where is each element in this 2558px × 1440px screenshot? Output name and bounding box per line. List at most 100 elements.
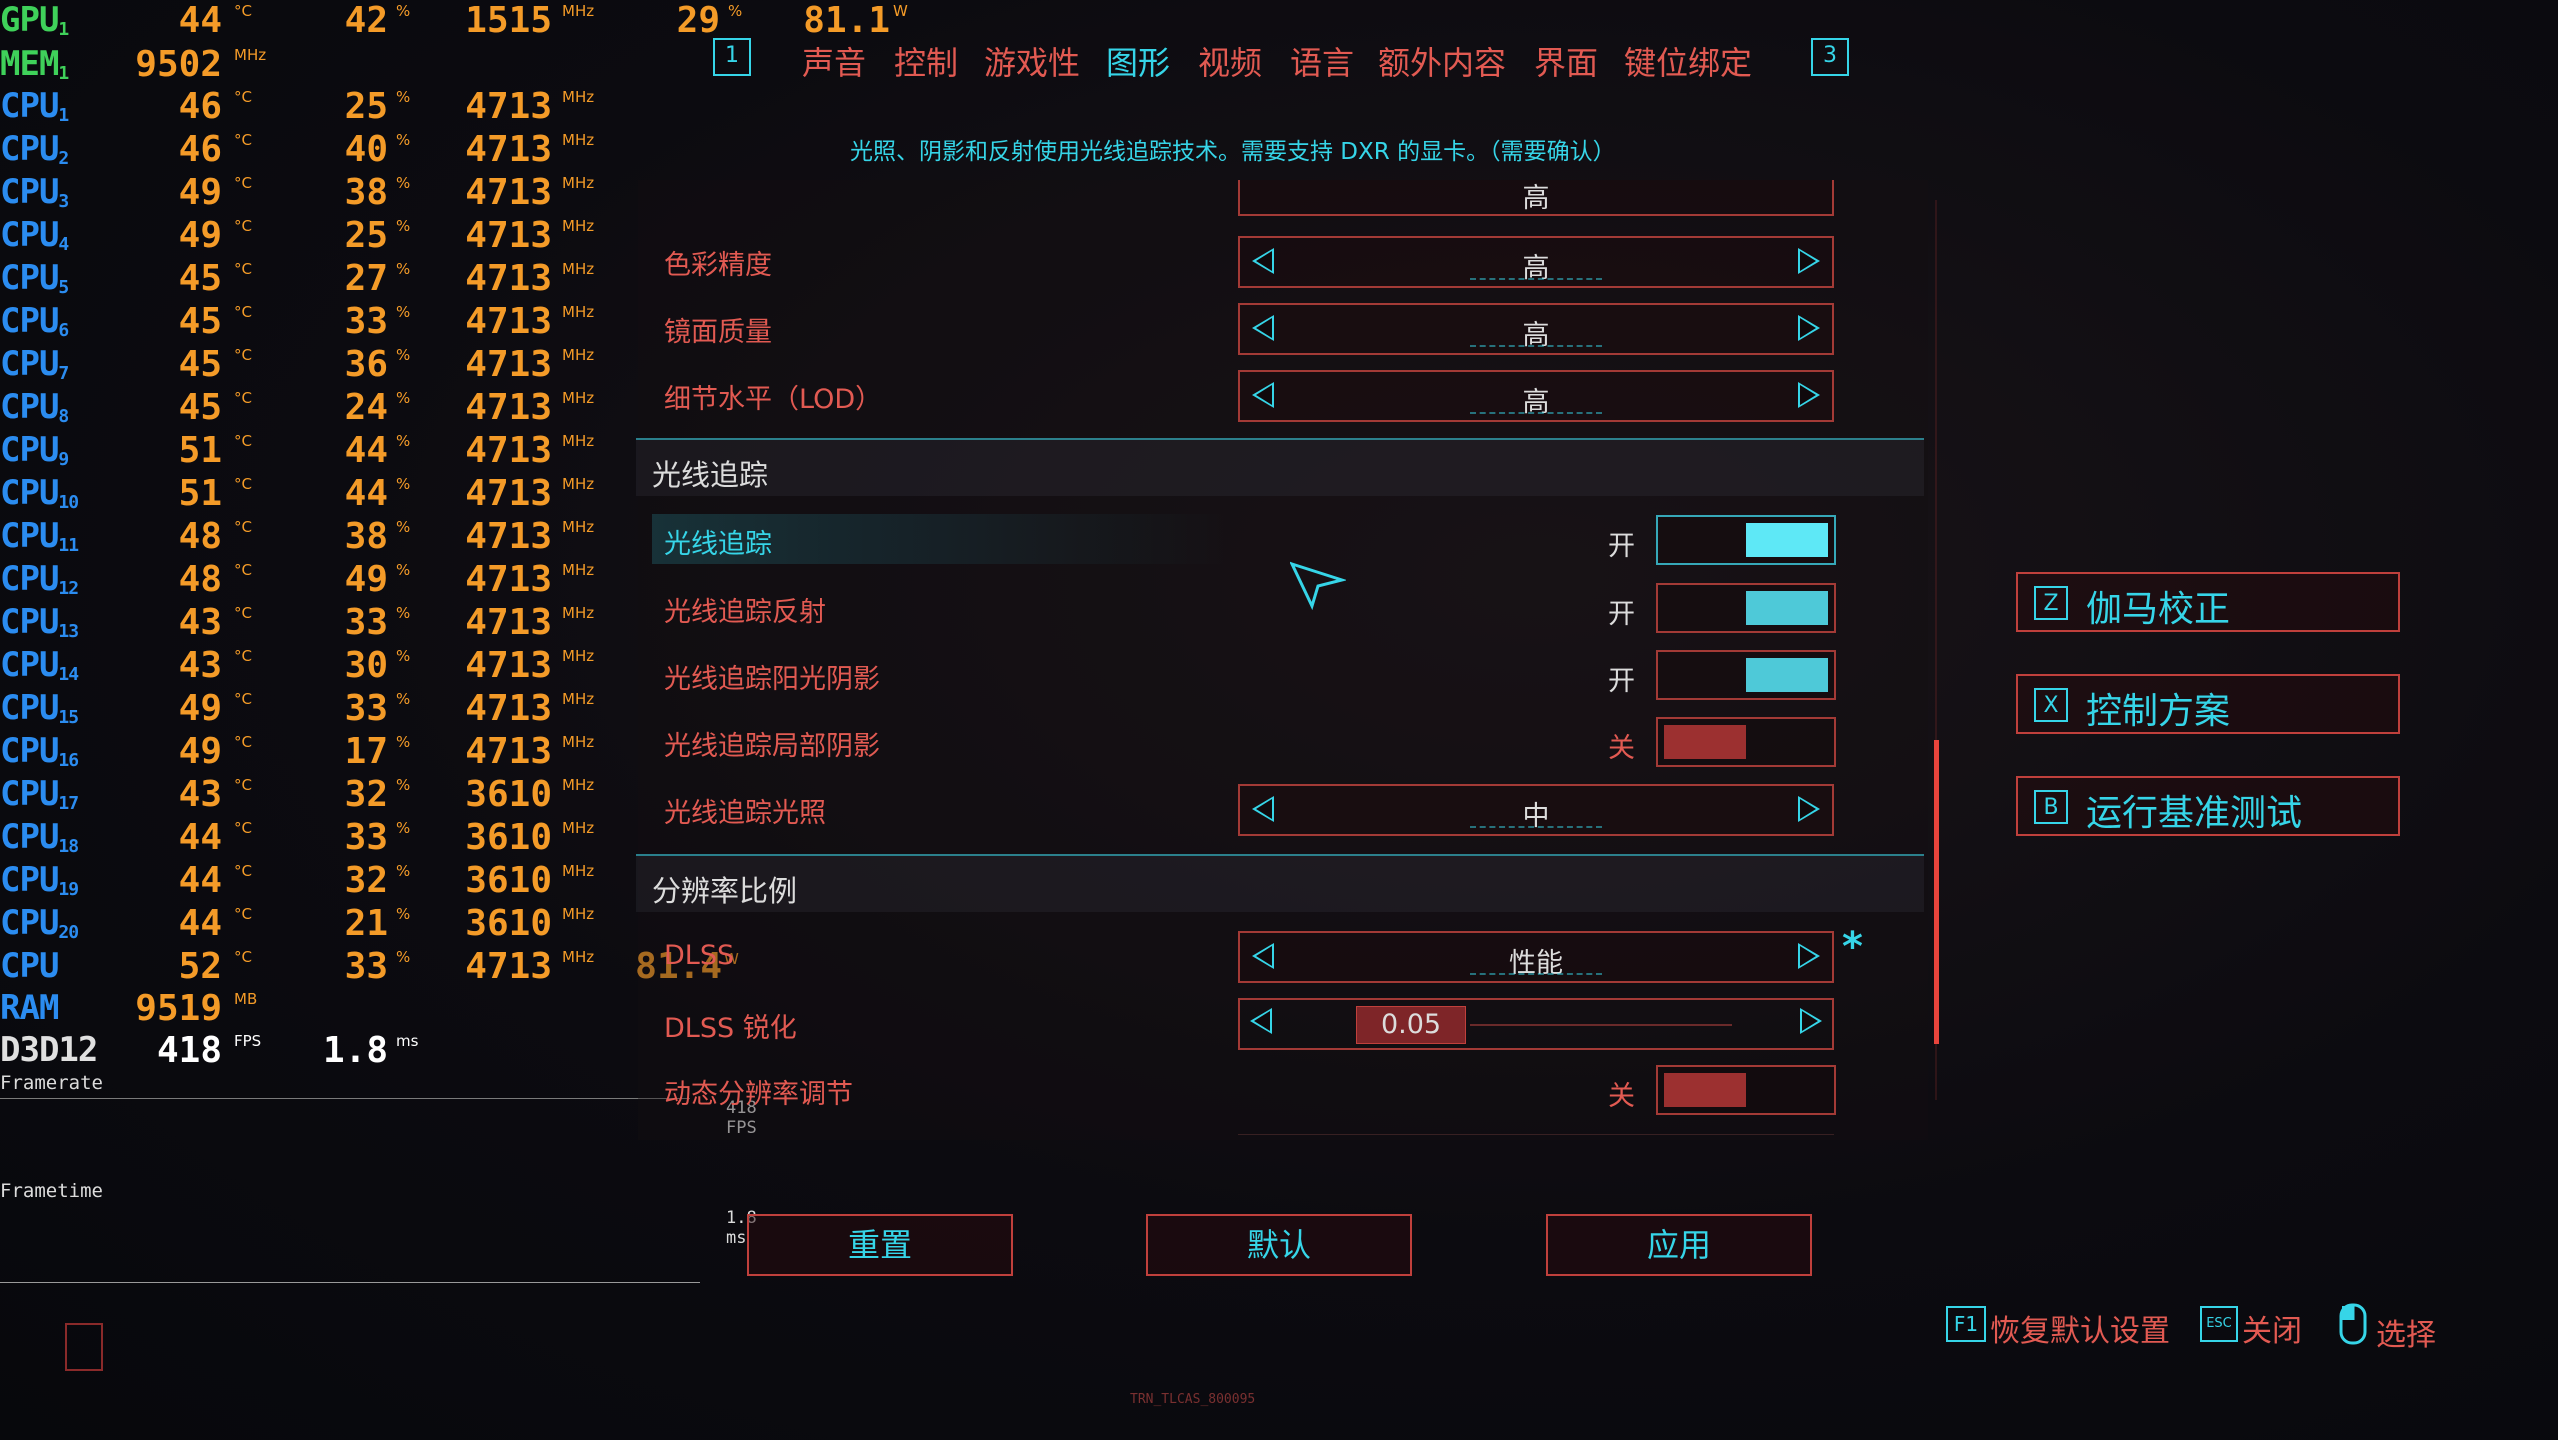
- toggle-rt-local-shadows[interactable]: [1656, 717, 1836, 767]
- scrollbar[interactable]: [1934, 740, 1939, 1044]
- toggle-dynamic-resolution[interactable]: [1656, 1065, 1836, 1115]
- osd-cpu-clock: 3610: [465, 860, 552, 901]
- osd-cpu-row: CPU5 45 °C 27% 4713 MHz: [0, 258, 595, 299]
- osd-cpu-label: CPU5: [0, 258, 69, 298]
- tab-0[interactable]: 声音: [802, 38, 866, 84]
- osd-cpu-temp: 49: [178, 688, 222, 729]
- tab-7[interactable]: 界面: [1534, 38, 1598, 84]
- row-label-rt-lighting: 光线追踪光照: [664, 798, 826, 829]
- arrow-right-icon[interactable]: [1798, 315, 1820, 341]
- selector-lod[interactable]: 高: [1238, 370, 1834, 422]
- tab-2[interactable]: 游戏性: [984, 38, 1080, 84]
- osd-gpu-row: GPU1 44 °C 42 % 1515 MHz 29: [0, 0, 720, 41]
- control-scheme-button[interactable]: X 控制方案: [2016, 674, 2400, 734]
- toggle-rt-reflections[interactable]: [1656, 583, 1836, 633]
- row-label-color-precision: 色彩精度: [664, 250, 772, 281]
- osd-cpu-temp: 43: [178, 774, 222, 815]
- gamma-correction-button[interactable]: Z 伽马校正: [2016, 572, 2400, 632]
- slider-value-box[interactable]: 0.05: [1356, 1006, 1466, 1044]
- slider-dlss-sharpness[interactable]: 0.05: [1238, 998, 1834, 1050]
- toggle-state-rt-reflections: 开: [1608, 599, 1635, 630]
- osd-cpu-row: CPU12 48 °C 49% 4713 MHz: [0, 559, 595, 600]
- osd-cpu-label: CPU11: [0, 516, 79, 556]
- osd-gpu-label: GPU1: [0, 0, 69, 40]
- osd-cpu-label: CPU13: [0, 602, 79, 642]
- osd-cpu-label: CPU17: [0, 774, 79, 814]
- section-title-resolution: 分辨率比例: [652, 874, 798, 908]
- partial-selector[interactable]: 高: [1238, 180, 1834, 216]
- apply-button[interactable]: 应用: [1546, 1214, 1812, 1276]
- tab-3[interactable]: 图形: [1106, 38, 1170, 84]
- osd-gpu-temp: 44: [178, 0, 222, 41]
- osd-gpu-load: 42: [344, 0, 388, 41]
- tab-8[interactable]: 键位绑定: [1624, 38, 1752, 84]
- osd-cpu-clock: 4713: [465, 258, 552, 299]
- osd-cpu-load: 33: [344, 602, 388, 643]
- osd-cpu-label: CPU2: [0, 129, 69, 169]
- osd-cpu-clock: 3610: [465, 903, 552, 944]
- osd-cpu-clock: 4713: [465, 645, 552, 686]
- osd-cpu-row: CPU20 44 °C 21% 3610 MHz: [0, 903, 595, 944]
- osd-cpu-clock: 4713: [465, 731, 552, 772]
- osd-frametime: 1.8: [322, 1030, 388, 1071]
- toggle-state-rt-sun-shadows: 开: [1608, 666, 1635, 697]
- restore-defaults-hint[interactable]: 恢复默认设置: [1990, 1306, 2170, 1350]
- toggle-state-dynamic-resolution: 关: [1608, 1081, 1635, 1112]
- osd-cpu-load: 32: [344, 774, 388, 815]
- tab-4[interactable]: 视频: [1198, 38, 1262, 84]
- osd-mem-row: MEM1 9502 MHz: [0, 44, 267, 85]
- osd-cpu-load: 25: [344, 215, 388, 256]
- osd-cpu-label: CPU14: [0, 645, 79, 685]
- tab-1[interactable]: 控制: [894, 38, 958, 84]
- toggle-state-rt-local-shadows: 关: [1608, 733, 1635, 764]
- osd-cpu-row: CPU6 45 °C 33% 4713 MHz: [0, 301, 595, 342]
- nav-next-key[interactable]: 3: [1811, 38, 1849, 76]
- selector-rt-lighting[interactable]: 中: [1238, 784, 1834, 836]
- osd-cpu-clock: 4713: [465, 301, 552, 342]
- key-z: Z: [2034, 586, 2068, 620]
- arrow-right-icon[interactable]: [1798, 943, 1820, 969]
- frametime-label: Frametime: [0, 1180, 103, 1202]
- arrow-right-icon[interactable]: [1798, 248, 1820, 274]
- osd-cpu-load: 33: [344, 688, 388, 729]
- run-benchmark-button[interactable]: B 运行基准测试: [2016, 776, 2400, 836]
- reset-button[interactable]: 重置: [747, 1214, 1013, 1276]
- selector-dlss[interactable]: 性能: [1238, 931, 1834, 983]
- osd-cpu-load: 44: [344, 430, 388, 471]
- osd-cpu-label: CPU19: [0, 860, 79, 900]
- row-label-mirror-quality: 镜面质量: [664, 317, 772, 348]
- row-label-dlss: DLSS: [664, 940, 735, 971]
- default-button[interactable]: 默认: [1146, 1214, 1412, 1276]
- osd-cpu-label: CPU8: [0, 387, 69, 427]
- close-hint[interactable]: 关闭: [2242, 1306, 2302, 1350]
- osd-cpu-load: 27: [344, 258, 388, 299]
- mouse-icon: [2339, 1303, 2367, 1345]
- osd-cpu-row: CPU7 45 °C 36% 4713 MHz: [0, 344, 595, 385]
- arrow-right-icon[interactable]: [1798, 796, 1820, 822]
- row-label-lod: 细节水平（LOD）: [664, 384, 883, 415]
- osd-cpu-label: CPU16: [0, 731, 79, 771]
- osd-cpu-row: CPU2 46 °C 40% 4713 MHz: [0, 129, 595, 170]
- osd-cpu-label: CPU4: [0, 215, 69, 255]
- toggle-raytracing[interactable]: [1656, 515, 1836, 565]
- nav-prev-key[interactable]: 1: [713, 38, 751, 76]
- osd-cpu-clock: 3610: [465, 817, 552, 858]
- osd-cpu-temp: 44: [178, 903, 222, 944]
- selector-color-precision[interactable]: 高: [1238, 236, 1834, 288]
- osd-cpu-temp: 44: [178, 860, 222, 901]
- osd-fps: 418: [156, 1030, 222, 1071]
- tab-6[interactable]: 额外内容: [1378, 38, 1506, 84]
- arrow-left-icon[interactable]: [1250, 1008, 1272, 1034]
- tab-5[interactable]: 语言: [1290, 38, 1354, 84]
- slider-track[interactable]: [1470, 1024, 1732, 1026]
- arrow-right-icon[interactable]: [1798, 382, 1820, 408]
- selector-mirror-quality[interactable]: 高: [1238, 303, 1834, 355]
- select-hint[interactable]: 选择: [2376, 1310, 2436, 1354]
- arrow-right-icon[interactable]: [1800, 1008, 1822, 1034]
- osd-cpu-label: CPU3: [0, 172, 69, 212]
- osd-cpu-temp: 46: [178, 129, 222, 170]
- toggle-rt-sun-shadows[interactable]: [1656, 650, 1836, 700]
- osd-cpu-clock: 4713: [465, 215, 552, 256]
- osd-cpu-label: CPU20: [0, 903, 79, 943]
- cursor-arrow-icon: [1290, 561, 1346, 610]
